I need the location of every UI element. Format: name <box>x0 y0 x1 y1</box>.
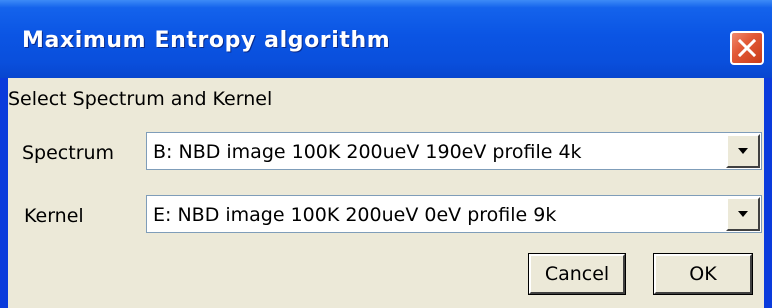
spectrum-select[interactable]: B: NBD image 100K 200ueV 190eV profile 4… <box>146 132 762 170</box>
kernel-select[interactable]: E: NBD image 100K 200ueV 0eV profile 9k <box>146 195 762 233</box>
chevron-down-icon <box>738 211 748 217</box>
chevron-down-icon <box>738 148 748 154</box>
close-icon <box>738 39 756 57</box>
dialog-body: Select Spectrum and Kernel Spectrum B: N… <box>8 78 764 308</box>
window-title: Maximum Entropy algorithm <box>22 28 391 53</box>
spectrum-dropdown-button[interactable] <box>726 134 760 168</box>
spectrum-label: Spectrum <box>22 142 115 164</box>
instruction-text: Select Spectrum and Kernel <box>8 88 273 110</box>
close-button[interactable] <box>730 31 764 65</box>
spectrum-selected-value: B: NBD image 100K 200ueV 190eV profile 4… <box>153 141 582 163</box>
dialog-window: Maximum Entropy algorithm Select Spectru… <box>0 0 772 308</box>
ok-button[interactable]: OK <box>653 253 753 295</box>
kernel-dropdown-button[interactable] <box>726 197 760 231</box>
kernel-label: Kernel <box>24 205 84 227</box>
cancel-button[interactable]: Cancel <box>528 253 626 295</box>
kernel-selected-value: E: NBD image 100K 200ueV 0eV profile 9k <box>153 204 557 226</box>
title-bar[interactable]: Maximum Entropy algorithm <box>0 0 772 78</box>
